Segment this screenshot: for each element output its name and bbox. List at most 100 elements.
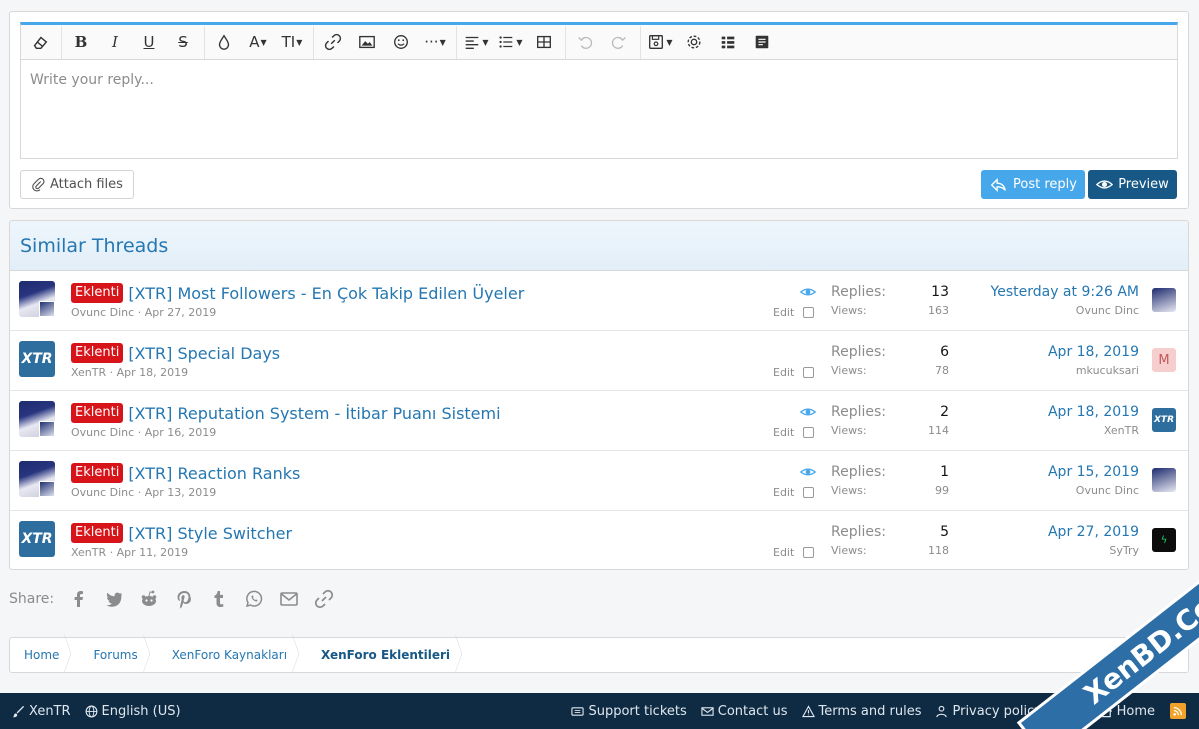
text-color-icon[interactable] bbox=[211, 29, 237, 55]
last-post-user[interactable]: SyTry bbox=[1109, 544, 1139, 557]
breadcrumb-xenforo-kaynaklari[interactable]: XenForo Kaynakları bbox=[152, 637, 301, 673]
last-post-date[interactable]: Apr 18, 2019 bbox=[1048, 404, 1139, 420]
thread-author[interactable]: Ovunc Dinc bbox=[71, 426, 134, 439]
reddit-icon[interactable] bbox=[138, 588, 159, 609]
author-avatar[interactable] bbox=[19, 461, 55, 497]
breadcrumb-xenforo-eklentileri[interactable]: XenForo Eklentileri bbox=[301, 637, 464, 673]
thread-select-checkbox[interactable] bbox=[803, 307, 814, 318]
last-post-date[interactable]: Yesterday at 9:26 AM bbox=[991, 284, 1139, 300]
last-poster-avatar[interactable]: ϟ bbox=[1152, 528, 1176, 552]
font-family-icon[interactable]: A ▼ bbox=[245, 29, 271, 55]
redo-icon[interactable] bbox=[606, 29, 632, 55]
drafts-icon[interactable]: ▼ bbox=[647, 29, 673, 55]
link-icon[interactable] bbox=[313, 588, 334, 609]
attach-files-button[interactable]: Attach files bbox=[20, 170, 134, 199]
thread-edit-link[interactable]: Edit bbox=[773, 366, 794, 379]
post-reply-button[interactable]: Post reply bbox=[981, 170, 1085, 199]
settings-icon[interactable] bbox=[681, 29, 707, 55]
thread-title-link[interactable]: [XTR] Special Days bbox=[128, 344, 280, 363]
replies-count: 2 bbox=[940, 404, 949, 420]
last-poster-avatar[interactable]: M bbox=[1152, 348, 1176, 372]
last-post-user[interactable]: Ovunc Dinc bbox=[1076, 304, 1139, 317]
thread-title-link[interactable]: [XTR] Style Switcher bbox=[128, 524, 292, 543]
last-post-date[interactable]: Apr 15, 2019 bbox=[1048, 464, 1139, 480]
thread-select-checkbox[interactable] bbox=[803, 487, 814, 498]
thread-prefix-label[interactable]: Eklenti bbox=[71, 403, 124, 423]
twitter-icon[interactable] bbox=[103, 588, 124, 609]
facebook-icon[interactable] bbox=[68, 588, 89, 609]
thread-select-checkbox[interactable] bbox=[803, 547, 814, 558]
last-post-date[interactable]: Apr 18, 2019 bbox=[1048, 344, 1139, 360]
tumblr-icon[interactable] bbox=[208, 588, 229, 609]
table-icon[interactable] bbox=[531, 29, 557, 55]
thread-start-date[interactable]: Apr 11, 2019 bbox=[117, 546, 189, 559]
thread-start-date[interactable]: Apr 18, 2019 bbox=[117, 366, 189, 379]
last-post-user[interactable]: Ovunc Dinc bbox=[1076, 484, 1139, 497]
list-icon[interactable]: ▼ bbox=[497, 29, 523, 55]
thread-prefix-label[interactable]: Eklenti bbox=[71, 343, 124, 363]
thread-title-link[interactable]: [XTR] Reputation System - İtibar Puanı S… bbox=[128, 404, 500, 423]
align-icon[interactable]: ▼ bbox=[463, 29, 489, 55]
author-avatar[interactable] bbox=[19, 401, 55, 437]
thread-prefix-label[interactable]: Eklenti bbox=[71, 463, 124, 483]
support-tickets-link[interactable]: Support tickets bbox=[571, 704, 687, 719]
thread-select-checkbox[interactable] bbox=[803, 427, 814, 438]
undo-icon[interactable] bbox=[572, 29, 598, 55]
pinterest-icon[interactable] bbox=[173, 588, 194, 609]
breadcrumb-forums[interactable]: Forums bbox=[73, 637, 151, 673]
underline-icon[interactable]: U bbox=[136, 29, 162, 55]
last-poster-avatar[interactable]: XTR bbox=[1152, 408, 1176, 432]
help-link[interactable]: Help bbox=[1056, 704, 1086, 719]
image-icon[interactable] bbox=[354, 29, 380, 55]
privacy-policy-link[interactable]: Privacy policy bbox=[935, 704, 1042, 719]
link-icon[interactable] bbox=[320, 29, 346, 55]
author-avatar[interactable]: XTR bbox=[19, 341, 55, 377]
thread-prefix-label[interactable]: Eklenti bbox=[71, 283, 124, 303]
thread-select-checkbox[interactable] bbox=[803, 367, 814, 378]
thread-author[interactable]: Ovunc Dinc bbox=[71, 486, 134, 499]
more-options-icon[interactable]: ··· ▼ bbox=[422, 29, 448, 55]
rss-icon[interactable] bbox=[1170, 703, 1186, 719]
last-post-user[interactable]: mkucuksari bbox=[1076, 364, 1139, 377]
thread-edit-link[interactable]: Edit bbox=[773, 486, 794, 499]
reply-textarea[interactable]: Write your reply... bbox=[21, 60, 1177, 159]
whatsapp-icon[interactable] bbox=[243, 588, 264, 609]
breadcrumb-home[interactable]: Home bbox=[10, 637, 73, 673]
thread-edit-link[interactable]: Edit bbox=[773, 546, 794, 559]
emoji-icon[interactable] bbox=[388, 29, 414, 55]
remove-format-icon[interactable] bbox=[27, 29, 53, 55]
strikethrough-icon[interactable]: S bbox=[170, 29, 196, 55]
thread-author[interactable]: XenTR bbox=[71, 366, 106, 379]
last-post-user[interactable]: XenTR bbox=[1104, 424, 1139, 437]
home-link[interactable]: Home bbox=[1100, 704, 1155, 719]
author-avatar[interactable]: XTR bbox=[19, 521, 55, 557]
thread-start-date[interactable]: Apr 27, 2019 bbox=[145, 306, 217, 319]
last-post-date[interactable]: Apr 27, 2019 bbox=[1048, 524, 1139, 540]
views-count: 163 bbox=[928, 304, 949, 317]
thread-start-date[interactable]: Apr 16, 2019 bbox=[145, 426, 217, 439]
italic-icon[interactable]: I bbox=[102, 29, 128, 55]
last-poster-avatar[interactable] bbox=[1152, 288, 1176, 312]
style-chooser-link[interactable]: XenTR bbox=[12, 704, 71, 719]
last-poster-avatar[interactable] bbox=[1152, 468, 1176, 492]
preview-toggle-icon[interactable] bbox=[749, 29, 775, 55]
terms-link[interactable]: Terms and rules bbox=[801, 704, 921, 719]
author-avatar[interactable] bbox=[19, 281, 55, 317]
thread-edit-link[interactable]: Edit bbox=[773, 426, 794, 439]
contact-us-link[interactable]: Contact us bbox=[701, 704, 788, 719]
preview-button[interactable]: Preview bbox=[1088, 170, 1177, 199]
thread-title-link[interactable]: [XTR] Reaction Ranks bbox=[128, 464, 300, 483]
toolbar-separator bbox=[313, 25, 314, 59]
thread-title-link[interactable]: [XTR] Most Followers - En Çok Takip Edil… bbox=[128, 284, 524, 303]
email-icon[interactable] bbox=[278, 588, 299, 609]
thread-prefix-label[interactable]: Eklenti bbox=[71, 523, 124, 543]
thread-author[interactable]: Ovunc Dinc bbox=[71, 306, 134, 319]
bbcode-icon[interactable] bbox=[715, 29, 741, 55]
thread-edit-link[interactable]: Edit bbox=[773, 306, 794, 319]
thread-start-date[interactable]: Apr 13, 2019 bbox=[145, 486, 217, 499]
thread-author[interactable]: XenTR bbox=[71, 546, 106, 559]
bold-icon[interactable]: B bbox=[68, 29, 94, 55]
font-size-icon[interactable]: TI ▼ bbox=[279, 29, 305, 55]
thread-title-line: Eklenti [XTR] Special Days bbox=[71, 343, 280, 363]
language-chooser-link[interactable]: English (US) bbox=[85, 704, 181, 719]
